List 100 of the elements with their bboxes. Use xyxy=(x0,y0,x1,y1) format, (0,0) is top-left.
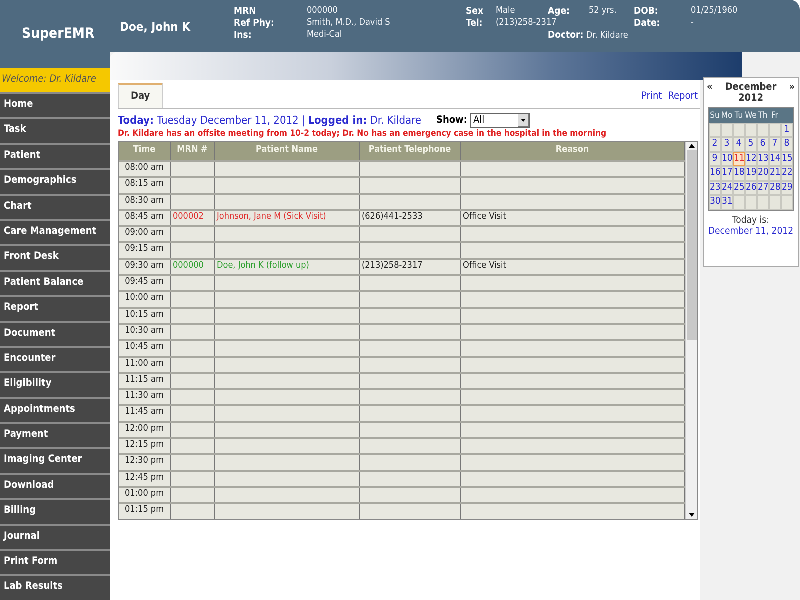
time-cell: 09:15 am xyxy=(119,243,171,258)
table-cell: (626)441-2533 xyxy=(360,210,461,226)
calendar-day[interactable]: 30 xyxy=(709,195,721,210)
field-label: Date: xyxy=(634,18,662,30)
calendar-day[interactable]: 17 xyxy=(721,166,733,180)
field-label: Ref Phy: xyxy=(234,18,276,30)
weekday-label: Fr xyxy=(769,108,781,122)
field-value: (213)258-2317 xyxy=(496,18,557,30)
table-cell: 000002 xyxy=(171,210,215,226)
calendar-day[interactable]: 12 xyxy=(745,152,757,166)
field-value: 01/25/1960 xyxy=(691,6,738,18)
link[interactable]: Print xyxy=(642,90,662,102)
calendar-day[interactable]: 21 xyxy=(769,166,781,180)
logo: SuperEMR xyxy=(21,25,96,42)
field-label: Ins: xyxy=(234,30,253,42)
calendar-day[interactable]: 18 xyxy=(733,166,745,180)
time-cell: 10:15 am xyxy=(119,308,171,323)
time-cell: 08:45 am xyxy=(119,210,171,226)
field-label: Age: xyxy=(548,6,571,18)
notice-text: Dr. Kildare has an offsite meeting from 10-2 today; Dr. No has an emergency case in the hospital in the morning xyxy=(118,129,608,139)
time-cell: 12:45 pm xyxy=(119,472,171,486)
time-cell: 11:00 am xyxy=(119,358,171,372)
sidebar-item[interactable]: Home xyxy=(0,92,110,118)
column-header: Time xyxy=(119,142,171,160)
scroll-down-icon[interactable] xyxy=(688,510,696,519)
empty-day-cell xyxy=(745,195,757,210)
sidebar-item[interactable]: Task xyxy=(0,117,110,143)
sidebar-item[interactable]: Lab Results xyxy=(0,574,110,600)
calendar-day[interactable]: 26 xyxy=(745,180,757,195)
weekday-header-cell xyxy=(781,108,793,122)
today-date-link[interactable]: December 11, 2012 xyxy=(708,226,794,236)
sidebar-item[interactable]: Appointments xyxy=(0,396,110,422)
sidebar-item[interactable]: Front Desk xyxy=(0,244,110,270)
time-cell: 09:45 am xyxy=(119,276,171,290)
table-cell: 000000 xyxy=(171,260,215,274)
calendar-day[interactable]: 14 xyxy=(769,152,781,166)
calendar-day[interactable]: 16 xyxy=(709,166,721,180)
tab[interactable]: Day xyxy=(118,83,164,108)
sidebar-item[interactable]: Patient xyxy=(0,142,110,168)
calendar-day[interactable]: 5 xyxy=(745,137,757,152)
calendar-day[interactable]: 29 xyxy=(781,180,793,195)
show-dropdown[interactable]: All xyxy=(470,112,530,128)
calendar-day[interactable]: 27 xyxy=(757,180,769,195)
sidebar-item[interactable]: Demographics xyxy=(0,168,110,194)
calendar-day[interactable]: 7 xyxy=(769,137,781,152)
time-cell: 10:30 am xyxy=(119,324,171,340)
sidebar-item[interactable]: Journal xyxy=(0,524,110,550)
sidebar-item[interactable]: Eligibility xyxy=(0,371,110,397)
next-month-button[interactable]: » xyxy=(789,82,795,93)
sidebar-item[interactable]: Document xyxy=(0,320,110,346)
sidebar-item[interactable]: Download xyxy=(0,472,110,498)
sidebar-item[interactable]: Imaging Center xyxy=(0,447,110,473)
field-label: Sex xyxy=(466,6,484,18)
calendar-day[interactable]: 31 xyxy=(721,195,733,210)
field-label: DOB: xyxy=(634,6,660,18)
calendar-day[interactable]: 15 xyxy=(781,152,793,166)
table-cell: Johnson, Jane M (Sick Visit) xyxy=(215,210,360,226)
calendar-day[interactable]: 28 xyxy=(769,180,781,195)
calendar-day[interactable]: 2 xyxy=(709,137,721,152)
calendar-day[interactable]: 25 xyxy=(733,180,745,195)
calendar-day[interactable]: 4 xyxy=(733,137,745,152)
time-cell: 11:45 am xyxy=(119,406,171,421)
field-value: 000000 xyxy=(307,6,338,18)
calendar-day[interactable]: 11 xyxy=(733,152,745,166)
empty-day-cell xyxy=(781,195,793,210)
time-cell: 10:45 am xyxy=(119,341,171,356)
sidebar-item[interactable]: Patient Balance xyxy=(0,270,110,296)
separator: | xyxy=(302,114,306,126)
weekday-label: Tu xyxy=(733,108,745,122)
calendar-day[interactable]: 20 xyxy=(757,166,769,180)
calendar-day[interactable]: 3 xyxy=(721,137,733,152)
sidebar-item[interactable]: Payment xyxy=(0,422,110,448)
calendar-day[interactable]: 6 xyxy=(757,137,769,152)
link[interactable]: Report xyxy=(668,90,698,102)
scrollbar[interactable] xyxy=(685,142,697,519)
calendar-day[interactable]: 23 xyxy=(709,180,721,195)
time-cell: 11:30 am xyxy=(119,390,171,404)
field-value: - xyxy=(691,18,694,30)
sidebar-item[interactable]: Print Form xyxy=(0,549,110,574)
sidebar-item[interactable]: Care Management xyxy=(0,218,110,244)
prev-month-button[interactable]: « xyxy=(707,82,713,93)
calendar-day[interactable]: 24 xyxy=(721,180,733,195)
calendar-day[interactable]: 13 xyxy=(757,152,769,166)
sidebar-item[interactable]: Encounter xyxy=(0,346,110,372)
calendar-day[interactable]: 9 xyxy=(709,152,721,166)
calendar-day[interactable]: 1 xyxy=(781,122,793,137)
dropdown-arrow-icon xyxy=(518,114,530,126)
calendar-day[interactable]: 22 xyxy=(781,166,793,180)
weekday-label: We xyxy=(745,108,757,122)
calendar-day[interactable]: 19 xyxy=(745,166,757,180)
calendar-day[interactable]: 8 xyxy=(781,137,793,152)
field-label: Doctor: xyxy=(548,30,584,41)
scroll-thumb[interactable] xyxy=(686,150,697,340)
weekday-label: Mo xyxy=(721,108,733,122)
sidebar-item[interactable]: Report xyxy=(0,295,110,321)
empty-day-cell xyxy=(733,195,745,210)
sidebar-item[interactable]: Billing xyxy=(0,498,110,524)
sidebar-item[interactable]: Chart xyxy=(0,194,110,219)
column-header: MRN # xyxy=(171,142,215,160)
empty-day-cell xyxy=(757,195,769,210)
